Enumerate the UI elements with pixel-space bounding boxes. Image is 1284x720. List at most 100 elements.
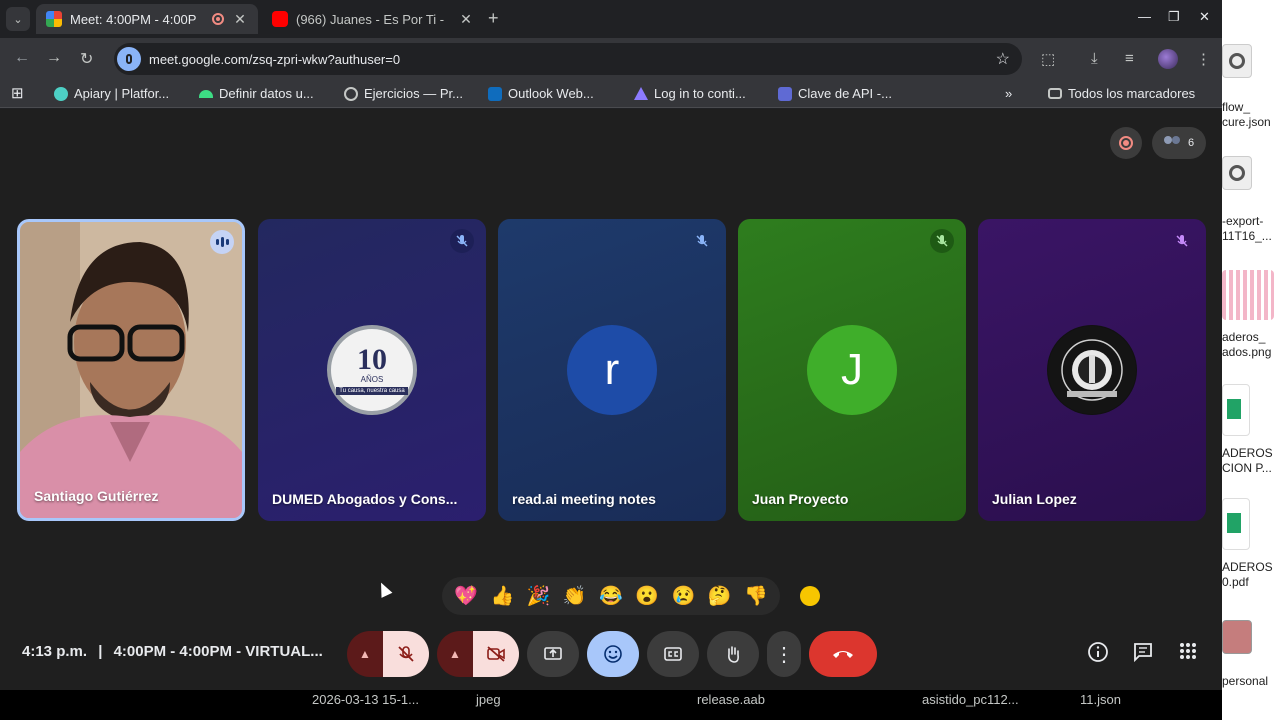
profile-avatar[interactable]	[1158, 49, 1178, 69]
tab-youtube[interactable]: (966) Juanes - Es Por Ti - ✕	[262, 4, 484, 34]
dumed-logo: 10 AÑOS Tu causa, nuestra causa	[327, 325, 417, 415]
leave-call-button[interactable]	[809, 631, 877, 677]
file-icon[interactable]	[1222, 44, 1252, 78]
desktop-file-1[interactable]: flow_ cure.json	[1222, 100, 1284, 130]
participant-tile-juan[interactable]: J Juan Proyecto	[738, 219, 966, 521]
reactions-button[interactable]	[587, 631, 639, 677]
bookmark-clave-api[interactable]: Clave de API -...	[778, 86, 892, 101]
bookmark-apiary[interactable]: Apiary | Platfor...	[54, 86, 169, 101]
download-item[interactable]: 2026-03-13 15-1...	[312, 692, 419, 707]
reaction-thinking[interactable]: 🤔	[708, 584, 732, 608]
participant-tile-readai[interactable]: r read.ai meeting notes	[498, 219, 726, 521]
desktop-file-6[interactable]: personal	[1222, 674, 1284, 689]
extensions-icon[interactable]: ⬚	[1041, 50, 1055, 68]
meeting-details-button[interactable]	[1087, 641, 1109, 668]
skin-tone-selector[interactable]	[800, 586, 820, 606]
mic-off-icon	[450, 229, 474, 253]
reaction-sparkling-heart[interactable]: 💖	[454, 584, 478, 608]
browser-window: ⌄ Meet: 4:00PM - 4:00P ✕ (966) Juanes - …	[0, 0, 1222, 690]
spreadsheet-file-icon[interactable]	[1222, 498, 1250, 550]
reaction-laugh[interactable]: 😂	[599, 584, 623, 608]
all-bookmarks-label: Todos los marcadores	[1068, 86, 1196, 101]
recording-indicator-icon	[212, 13, 224, 25]
participant-name: Julian Lopez	[992, 491, 1077, 507]
avatar	[1047, 325, 1137, 415]
present-screen-button[interactable]	[527, 631, 579, 677]
bookmark-login[interactable]: Log in to conti...	[634, 86, 746, 101]
tab-search-button[interactable]: ⌄	[6, 7, 30, 31]
chat-icon	[1134, 643, 1152, 663]
forward-icon[interactable]: →	[46, 49, 62, 67]
bookmarks-bar: ⊞ Apiary | Platfor... Definir datos u...…	[0, 80, 1222, 108]
close-tab-icon[interactable]: ✕	[458, 11, 474, 28]
bookmark-definir[interactable]: Definir datos u...	[199, 86, 314, 101]
bookmark-outlook[interactable]: Outlook Web...	[488, 86, 594, 101]
hand-icon	[728, 646, 739, 663]
all-bookmarks-folder[interactable]: Todos los marcadores	[1048, 86, 1195, 101]
reaction-party[interactable]: 🎉	[527, 584, 551, 608]
mic-off-icon	[1170, 229, 1194, 253]
camera-off-icon	[487, 646, 505, 662]
participants-button[interactable]: 6	[1152, 127, 1206, 159]
reaction-sad[interactable]: 😢	[672, 584, 696, 608]
reaction-surprised[interactable]: 😮	[635, 584, 659, 608]
bookmark-star-icon[interactable]: ☆	[996, 49, 1010, 69]
file-icon[interactable]	[1222, 156, 1252, 190]
raise-hand-button[interactable]	[707, 631, 759, 677]
close-window-icon[interactable]: ✕	[1199, 9, 1210, 25]
participant-count: 6	[1187, 137, 1195, 149]
camera-toggle-button[interactable]	[473, 631, 519, 677]
desktop-file-2[interactable]: -export- 11T16_...	[1222, 214, 1284, 244]
participant-tile-dumed[interactable]: 10 AÑOS Tu causa, nuestra causa DUMED Ab…	[258, 219, 486, 521]
more-options-button[interactable]: ⋮	[767, 631, 801, 677]
back-icon[interactable]: ←	[14, 49, 30, 67]
reaction-thumbs-down[interactable]: 👎	[744, 584, 768, 608]
file-label: ados.png	[1222, 345, 1272, 359]
menu-icon[interactable]: ⋮	[1196, 50, 1211, 68]
captions-button[interactable]	[647, 631, 699, 677]
folder-icon[interactable]	[1222, 620, 1252, 654]
desktop-file-5[interactable]: ADEROS 0.pdf	[1222, 560, 1284, 590]
download-item[interactable]: asistido_pc112...	[922, 692, 1019, 707]
desktop-file-4[interactable]: ADEROS CION P...	[1222, 446, 1284, 476]
site-info-icon[interactable]	[117, 47, 141, 71]
close-tab-icon[interactable]: ✕	[232, 11, 248, 28]
file-label: aderos_	[1222, 330, 1266, 344]
reaction-clap[interactable]: 👏	[563, 584, 587, 608]
reload-icon[interactable]: ↻	[80, 49, 93, 69]
restore-icon[interactable]: ❐	[1168, 9, 1180, 25]
video-options-button[interactable]: ▲	[437, 631, 473, 677]
minimize-icon[interactable]: —	[1138, 9, 1151, 24]
chat-button[interactable]	[1132, 641, 1154, 668]
activities-button[interactable]	[1178, 641, 1198, 666]
bookmark-label: Outlook Web...	[508, 86, 594, 101]
tab-meet[interactable]: Meet: 4:00PM - 4:00P ✕	[36, 4, 258, 34]
address-bar[interactable]: meet.google.com/zsq-zpri-wkw?authuser=0 …	[114, 43, 1022, 75]
info-icon	[1088, 642, 1108, 662]
tab-title: (966) Juanes - Es Por Ti -	[296, 11, 445, 27]
recording-icon[interactable]	[1110, 127, 1142, 159]
file-label: cure.json	[1222, 115, 1271, 129]
file-label: CION P...	[1222, 461, 1272, 475]
participant-tile-video[interactable]: Santiago Gutiérrez	[17, 219, 245, 521]
microphone-toggle-button[interactable]	[383, 631, 429, 677]
download-item[interactable]: release.aab	[697, 692, 765, 707]
bookmark-ejercicios[interactable]: Ejercicios — Pr...	[344, 86, 463, 101]
folder-icon	[1048, 88, 1062, 99]
participant-name: read.ai meeting notes	[512, 491, 656, 507]
outlook-icon	[488, 86, 502, 101]
reaction-thumbs-up[interactable]: 👍	[490, 584, 514, 608]
image-thumbnail-icon[interactable]	[1222, 270, 1274, 320]
new-tab-button[interactable]: +	[488, 8, 499, 29]
spreadsheet-file-icon[interactable]	[1222, 384, 1250, 436]
downloads-icon[interactable]: ⤓	[1091, 50, 1098, 67]
bookmarks-overflow-button[interactable]: »	[1005, 86, 1012, 101]
media-controls-icon[interactable]: ≡	[1125, 50, 1134, 67]
desktop-file-3[interactable]: aderos_ ados.png	[1222, 330, 1284, 360]
participant-name: Juan Proyecto	[752, 491, 849, 507]
audio-options-button[interactable]: ▲	[347, 631, 383, 677]
apps-grid-icon[interactable]: ⊞	[11, 84, 24, 102]
participant-tile-julian[interactable]: Julian Lopez	[978, 219, 1206, 521]
download-item[interactable]: 11.json	[1080, 692, 1121, 707]
download-item[interactable]: jpeg	[476, 692, 501, 707]
